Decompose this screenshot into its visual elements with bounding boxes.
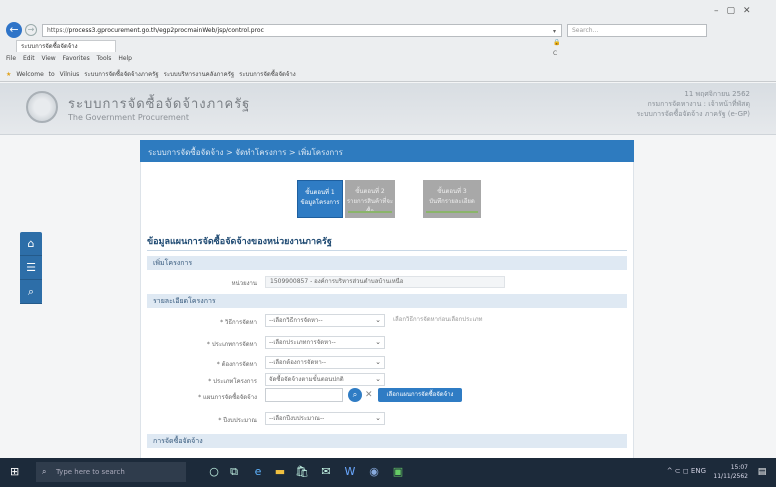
- search-icon[interactable]: ⌕: [348, 388, 362, 402]
- store-icon[interactable]: 🛍: [294, 464, 310, 480]
- type-select-value: --เลือกประเภทการจัดหา--: [269, 339, 336, 346]
- site-subtitle: The Government Procurement: [68, 113, 189, 122]
- step-3-label: ขั้นตอนที่ 3: [437, 188, 467, 195]
- search-icon: ⌕: [42, 467, 47, 476]
- agency-label: หน่วยงาน: [231, 280, 257, 287]
- taskbar-time: 15:07: [730, 464, 748, 471]
- method-select-value: --เลือกวิธีการจัดหา--: [269, 317, 323, 324]
- tab-procurement[interactable]: ระบบการจัดซื้อจัดจ้าง: [16, 40, 116, 52]
- step-1-label: ขั้นตอนที่ 1: [305, 189, 335, 196]
- project-form-panel: ขั้นตอนที่ 1 ข้อมูลโครงการ ขั้นตอนที่ 2 …: [140, 162, 634, 462]
- screenshot: ← → https://process3.gprocurement.go.th/…: [0, 0, 776, 487]
- step-3[interactable]: ขั้นตอนที่ 3 บันทึกรายละเอียด: [423, 180, 481, 218]
- step-3-desc: บันทึกรายละเอียด: [429, 198, 475, 205]
- site-header: ระบบการจัดซื้อจัดจ้างภาครัฐ The Governme…: [0, 83, 776, 135]
- chevron-down-icon: ⌄: [375, 414, 381, 422]
- menu-icon[interactable]: ☰: [20, 256, 42, 280]
- windows-start-icon[interactable]: ⊞: [10, 465, 24, 479]
- taskbar: ⊞ ⌕ Type here to search ○ ⧉ e ▬ 🛍 ✉ W ◉ …: [0, 458, 776, 487]
- favorite-link[interactable]: ระบบการจัดซื้อจัดจ้างภาครัฐ: [84, 71, 158, 78]
- section-title: ข้อมูลแผนการจัดซื้อจัดจ้างของหน่วยงานภาค…: [147, 237, 332, 247]
- step-2-label: ขั้นตอนที่ 2: [355, 188, 385, 195]
- method-label: * วิธีการจัดหา: [220, 319, 257, 326]
- chevron-down-icon: ⌄: [375, 358, 381, 366]
- favorites-bar: ★ Welcome to Vilnius ระบบการจัดซื้อจัดจ้…: [6, 69, 296, 79]
- select-plan-button[interactable]: เลือกแผนการจัดซื้อจัดจ้าง: [378, 388, 462, 402]
- chevron-down-icon: ⌄: [375, 375, 381, 383]
- plan-label: * แผนการจัดซื้อจัดจ้าง: [198, 394, 257, 401]
- plan-input[interactable]: [265, 388, 343, 402]
- line-icon[interactable]: ▣: [390, 464, 406, 480]
- system-tray[interactable]: ^ ⊂ ◻ ENG: [667, 467, 706, 475]
- site-title: ระบบการจัดซื้อจัดจ้างภาครัฐ: [68, 97, 251, 112]
- project-type-select[interactable]: จัดซื้อจัดจ้างตามขั้นตอนปกติ ⌄: [265, 373, 385, 386]
- chevron-down-icon: ⌄: [375, 338, 381, 346]
- notification-icon[interactable]: ▤: [756, 466, 768, 478]
- budget-year-label: * ปีงบประมาณ: [218, 417, 257, 424]
- side-toolbar: ⌂ ☰ ⌕: [20, 232, 42, 304]
- taskbar-search-placeholder: Type here to search: [56, 468, 125, 476]
- budget-year-select[interactable]: --เลือกปีงบประมาณ-- ⌄: [265, 412, 385, 425]
- address-protocol: https://: [47, 27, 69, 34]
- need-label: * ต้องการจัดหา: [216, 361, 257, 368]
- type-label: * ประเภทการจัดหา: [206, 341, 257, 348]
- step-1-desc: ข้อมูลโครงการ: [300, 199, 340, 206]
- cortana-icon[interactable]: ○: [206, 464, 222, 480]
- budget-year-value: --เลือกปีงบประมาณ--: [269, 415, 325, 422]
- forward-arrow-icon[interactable]: →: [25, 24, 37, 36]
- taskbar-date: 11/11/2562: [713, 473, 748, 480]
- menu-bar[interactable]: File Edit View Favorites Tools Help: [6, 55, 132, 62]
- home-icon[interactable]: ⌂: [20, 232, 42, 256]
- favorites-star-icon[interactable]: ★: [6, 71, 11, 78]
- panel-header: ระบบการจัดซื้อจัดจ้าง > จัดทำโครงการ > เ…: [140, 140, 634, 162]
- address-url: process3.gprocurement.go.th/egp2procmain…: [68, 27, 264, 34]
- project-type-select-value: จัดซื้อจัดจ้างตามขั้นตอนปกติ: [269, 376, 344, 383]
- section-divider: [147, 250, 627, 251]
- taskbar-clock[interactable]: 15:07 11/11/2562: [713, 463, 748, 481]
- favorite-link[interactable]: ระบบบริหารงานคลังภาครัฐ: [164, 71, 235, 78]
- step-1[interactable]: ขั้นตอนที่ 1 ข้อมูลโครงการ: [297, 180, 343, 218]
- browser-search-input[interactable]: Search...: [567, 24, 707, 37]
- user-system: ระบบการจัดซื้อจัดจ้าง ภาครัฐ (e-GP): [636, 110, 750, 118]
- address-bar[interactable]: https://process3.gprocurement.go.th/egp2…: [42, 24, 562, 57]
- tab-strip: ระบบการจัดซื้อจัดจ้าง: [0, 40, 776, 52]
- favorite-link[interactable]: ระบบการจัดซื้อจัดจ้าง: [239, 71, 296, 78]
- need-select-value: --เลือกต้องการจัดหา--: [269, 359, 327, 366]
- user-date: 11 พฤศจิกายน 2562: [684, 90, 750, 98]
- need-select[interactable]: --เลือกต้องการจัดหา-- ⌄: [265, 356, 385, 369]
- close-icon[interactable]: ✕: [365, 388, 373, 402]
- user-agency: กรมการจัดหางาน : เจ้าหน้าที่พัสดุ: [647, 100, 750, 108]
- type-select[interactable]: --เลือกประเภทการจัดหา-- ⌄: [265, 336, 385, 349]
- agency-value: 1509900857 - องค์การบริหารส่วนตำบลบ้านเห…: [265, 276, 505, 288]
- file-explorer-icon[interactable]: ▬: [272, 464, 288, 480]
- method-select[interactable]: --เลือกวิธีการจัดหา-- ⌄: [265, 314, 385, 327]
- subsection-details: รายละเอียดโครงการ: [147, 294, 627, 308]
- browser-chrome: ← → https://process3.gprocurement.go.th/…: [0, 0, 776, 82]
- subsection-procurement: การจัดซื้อจัดจ้าง: [147, 434, 627, 448]
- taskbar-search-input[interactable]: ⌕ Type here to search: [36, 462, 186, 482]
- favorite-link[interactable]: Welcome to Vilnius: [16, 71, 79, 78]
- internet-explorer-icon[interactable]: e: [250, 464, 266, 480]
- mail-icon[interactable]: ✉: [318, 464, 334, 480]
- step-2-desc: รายการสินค้าที่จะซื้อ: [346, 198, 394, 215]
- subsection-agency: เพิ่มโครงการ: [147, 256, 627, 270]
- window-controls[interactable]: –▢✕: [714, 6, 759, 16]
- task-view-icon[interactable]: ⧉: [226, 464, 242, 480]
- government-emblem-icon: [26, 91, 58, 123]
- chevron-down-icon: ⌄: [375, 316, 381, 324]
- user-info: 11 พฤศจิกายน 2562 กรมการจัดหางาน : เจ้าห…: [636, 89, 750, 119]
- back-arrow-icon[interactable]: ←: [6, 22, 22, 38]
- word-icon[interactable]: W: [342, 464, 358, 480]
- method-hint: เลือกวิธีการจัดหาก่อนเลือกประเภท: [393, 316, 483, 323]
- panel-title: ระบบการจัดซื้อจัดจ้าง > จัดทำโครงการ > เ…: [148, 148, 343, 157]
- step-2[interactable]: ขั้นตอนที่ 2 รายการสินค้าที่จะซื้อ: [345, 180, 395, 218]
- chrome-icon[interactable]: ◉: [366, 464, 382, 480]
- project-type-label: * ประเภทโครงการ: [208, 378, 257, 385]
- search-icon[interactable]: ⌕: [20, 280, 42, 304]
